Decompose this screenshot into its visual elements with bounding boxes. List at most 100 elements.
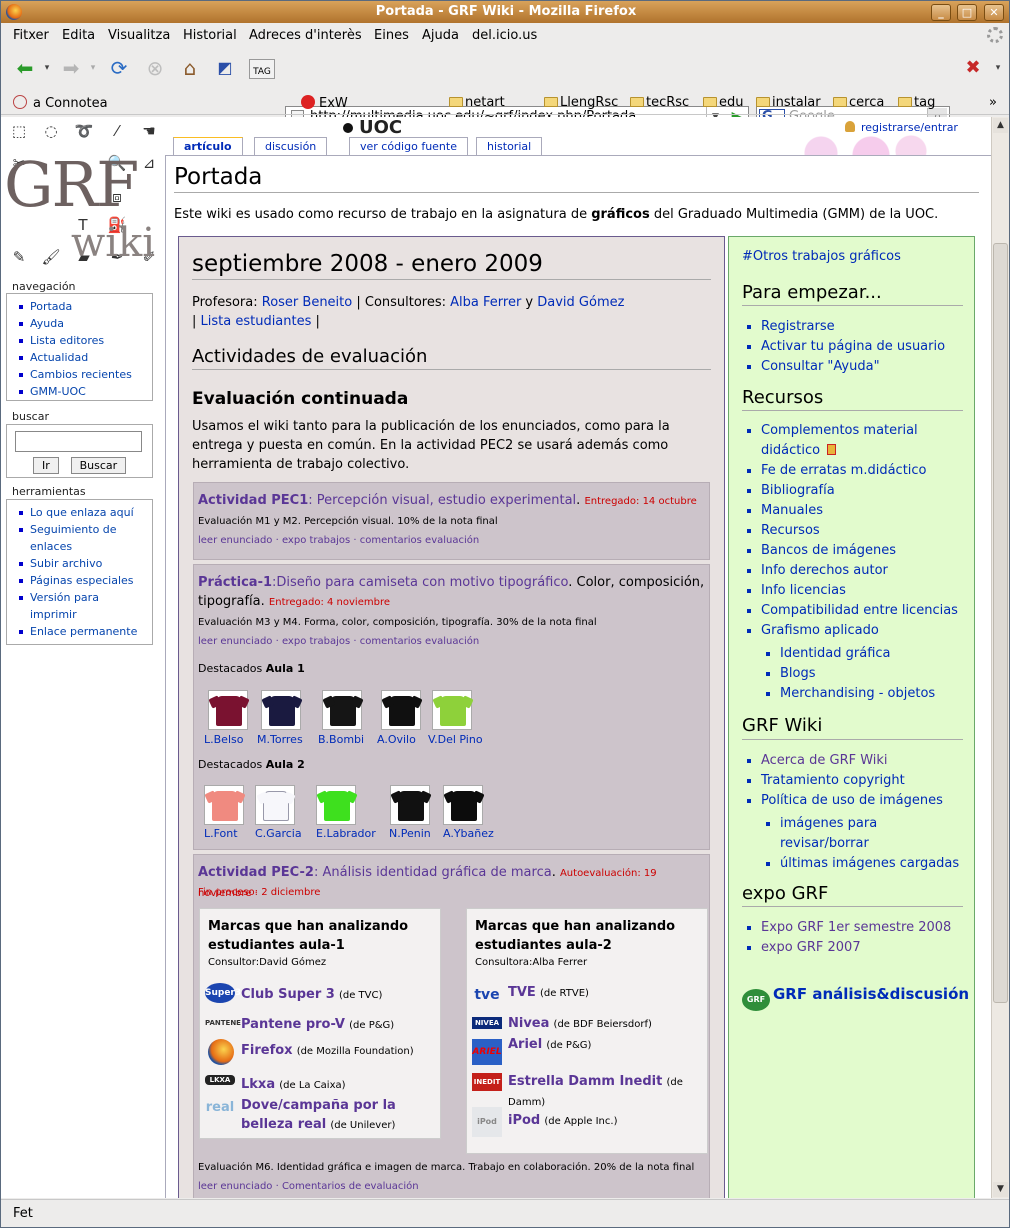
practica1-subtitle-link[interactable]: :Diseño para camiseta con motivo tipográ…: [272, 575, 568, 590]
link-image-policy[interactable]: Política de uso de imágenes: [743, 791, 968, 811]
student-link[interactable]: B.Bombi: [318, 733, 364, 746]
link-resource[interactable]: Recursos: [743, 521, 968, 541]
link-about[interactable]: Acerca de GRF Wiki: [743, 751, 968, 771]
shirt-thumbnail[interactable]: [443, 785, 483, 825]
tool-what-links-here[interactable]: Lo que enlaza aquí: [17, 504, 152, 521]
link-resource[interactable]: Manuales: [743, 501, 968, 521]
link-expo-2008[interactable]: Expo GRF 1er semestre 2008: [743, 918, 968, 938]
stop-icon[interactable]: ⊗: [141, 55, 169, 81]
link-activate-user-page[interactable]: Activar tu página de usuario: [743, 337, 968, 357]
shirt-thumbnail[interactable]: [322, 690, 362, 730]
bookmark-exw[interactable]: ExW: [301, 95, 348, 111]
tool-upload-file[interactable]: Subir archivo: [17, 555, 152, 572]
vertical-scrollbar[interactable]: ▲ ▼: [991, 117, 1009, 1198]
student-link[interactable]: L.Belso: [204, 733, 243, 746]
forward-dropdown-icon[interactable]: ▾: [89, 55, 97, 81]
tool-special-pages[interactable]: Páginas especiales: [17, 572, 152, 589]
menu-edita[interactable]: Edita: [62, 28, 95, 43]
pec1-links[interactable]: leer enunciado · expo trabajos · comenta…: [198, 534, 479, 548]
brand-link[interactable]: TVE: [508, 985, 536, 1000]
bookmark-tag[interactable]: tag: [898, 95, 935, 110]
menu-delicious[interactable]: del.icio.us: [472, 28, 537, 43]
link-resource[interactable]: Info derechos autor: [743, 561, 968, 581]
nav-item-portada[interactable]: Portada: [17, 298, 152, 315]
practica1-links[interactable]: leer enunciado · expo trabajos · comenta…: [198, 635, 479, 649]
back-dropdown-icon[interactable]: ▾: [43, 55, 51, 81]
shirt-thumbnail[interactable]: [432, 690, 472, 730]
back-icon[interactable]: ⬅: [11, 55, 39, 81]
bookmark-tecrsc[interactable]: tecRsc: [630, 95, 689, 110]
shirt-thumbnail[interactable]: [255, 785, 295, 825]
bookmark-netart[interactable]: netart: [449, 95, 505, 110]
bookmark-llengrsc[interactable]: LlengRsc: [544, 95, 618, 110]
delicious-icon[interactable]: ◩: [213, 55, 237, 81]
link-consultant-2[interactable]: David Gómez: [537, 295, 624, 310]
maximize-button[interactable]: □: [957, 4, 977, 21]
reload-icon[interactable]: ⟳: [105, 55, 133, 81]
nav-item-actualidad[interactable]: Actualidad: [17, 349, 152, 366]
link-resource[interactable]: Complementos material didáctico: [743, 421, 923, 461]
home-icon[interactable]: ⌂: [176, 55, 204, 81]
link-professor[interactable]: Roser Beneito: [262, 295, 352, 310]
bookmarks-overflow-icon[interactable]: »: [989, 95, 997, 110]
student-link[interactable]: E.Labrador: [316, 827, 376, 840]
addon-icon[interactable]: ✖: [959, 55, 987, 81]
forum-link[interactable]: GRF GRF análisis&discusión: [742, 985, 969, 1011]
brand-link[interactable]: Lkxa: [241, 1077, 275, 1092]
close-button[interactable]: ✕: [984, 4, 1004, 21]
student-link[interactable]: A.Ovilo: [377, 733, 416, 746]
tab-history[interactable]: historial: [476, 137, 543, 155]
search-button[interactable]: Buscar: [70, 457, 127, 474]
student-link[interactable]: V.Del Pino: [428, 733, 483, 746]
brand-link[interactable]: Firefox: [241, 1043, 293, 1058]
nav-item-gmm-uoc[interactable]: GMM-UOC: [17, 383, 152, 400]
link-consultant-1[interactable]: Alba Ferrer: [450, 295, 521, 310]
menu-historial[interactable]: Historial: [183, 28, 237, 43]
scroll-up-icon[interactable]: ▲: [993, 118, 1008, 133]
link-resource[interactable]: Fe de erratas m.didáctico: [743, 461, 968, 481]
shirt-thumbnail[interactable]: [316, 785, 356, 825]
link-resource[interactable]: Grafismo aplicado: [743, 621, 968, 641]
brand-link[interactable]: iPod: [508, 1113, 540, 1128]
other-works-link[interactable]: #Otros trabajos gráficos: [742, 247, 901, 266]
wiki-logo[interactable]: ⬚ ◌ ➰ ⁄ ☚ ✂ 🔍 ⊿ ⧈ T ⛽ ✎ 🖌 ▰ ✒ ✐ GRF wiki: [1, 117, 166, 272]
link-resource[interactable]: Info licencias: [743, 581, 968, 601]
brand-link[interactable]: Nivea: [508, 1016, 549, 1031]
scroll-thumb[interactable]: [993, 243, 1008, 1003]
practica1-title-link[interactable]: Práctica-1: [198, 575, 272, 590]
addon-dropdown-icon[interactable]: ▾: [993, 55, 1003, 81]
student-link[interactable]: M.Torres: [257, 733, 303, 746]
menu-visualitza[interactable]: Visualitza: [108, 28, 170, 43]
shirt-thumbnail[interactable]: [381, 690, 421, 730]
tool-permanent-link[interactable]: Enlace permanente: [17, 623, 152, 640]
bookmark-connotea[interactable]: a Connotea: [13, 95, 108, 111]
login-link[interactable]: registrarse/entrar: [845, 121, 958, 134]
pec1-subtitle-link[interactable]: : Percepción visual, estudio experimenta…: [308, 493, 576, 508]
link-resource[interactable]: Bancos de imágenes: [743, 541, 968, 561]
menu-ajuda[interactable]: Ajuda: [422, 28, 459, 43]
bookmark-instalar[interactable]: instalar: [756, 95, 821, 110]
bookmark-cerca[interactable]: cerca: [833, 95, 884, 110]
nav-item-ayuda[interactable]: Ayuda: [17, 315, 152, 332]
nav-item-lista-editores[interactable]: Lista editores: [17, 332, 152, 349]
tag-button[interactable]: TAG: [249, 59, 275, 79]
brand-link[interactable]: Estrella Damm Inedit: [508, 1074, 662, 1089]
link-resource[interactable]: Bibliografía: [743, 481, 968, 501]
bookmark-edu[interactable]: edu: [703, 95, 744, 110]
pec1-title-link[interactable]: Actividad PEC1: [198, 493, 308, 508]
link-help[interactable]: Consultar "Ayuda": [743, 357, 968, 377]
student-link[interactable]: A.Ybañez: [443, 827, 494, 840]
menu-adreces[interactable]: Adreces d'interès: [249, 28, 362, 43]
tab-view-source[interactable]: ver código fuente: [349, 137, 468, 155]
link-student-list[interactable]: Lista estudiantes: [201, 314, 312, 329]
brand-link[interactable]: Ariel: [508, 1037, 542, 1052]
scroll-down-icon[interactable]: ▼: [993, 1182, 1008, 1197]
tool-printable-version[interactable]: Versión para imprimir: [17, 589, 127, 623]
link-expo-2007[interactable]: expo GRF 2007: [743, 938, 968, 958]
forward-icon[interactable]: ➡: [57, 55, 85, 81]
student-link[interactable]: N.Penin: [389, 827, 431, 840]
link-resource-sub[interactable]: Blogs: [743, 664, 968, 684]
pec2-title-link[interactable]: Actividad PEC-2: [198, 865, 314, 880]
link-register[interactable]: Registrarse: [743, 317, 968, 337]
pec2-subtitle-link[interactable]: : Análisis identidad gráfica de marca: [314, 865, 552, 880]
